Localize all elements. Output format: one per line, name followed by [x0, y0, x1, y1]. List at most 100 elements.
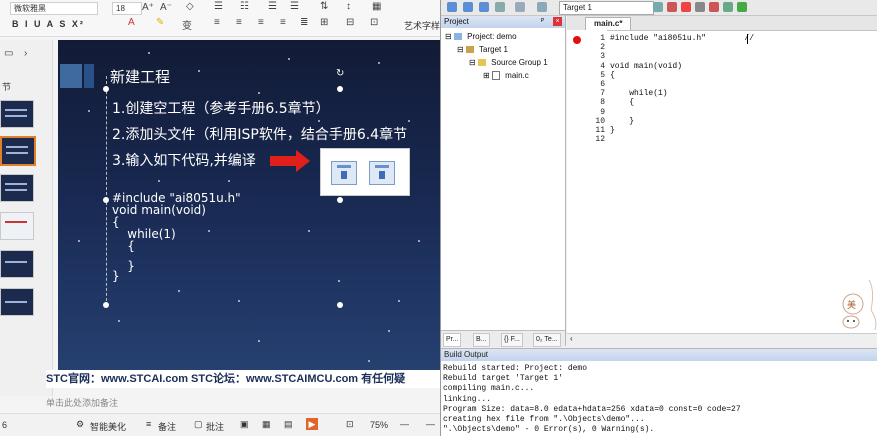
slide-thumbnail[interactable] — [0, 250, 34, 278]
tab-books[interactable]: B... — [473, 333, 490, 347]
smart-beautify-icon[interactable]: ⚙ — [76, 419, 84, 430]
step-text[interactable]: 3.输入如下代码,并编译 — [112, 150, 256, 170]
smart-beautify-button[interactable]: 智能美化 — [90, 420, 126, 433]
tab-templates[interactable]: 0₂ Te... — [533, 333, 561, 347]
zoom-out-icon[interactable]: — — [400, 419, 409, 429]
translate-icon[interactable] — [447, 2, 457, 12]
notes-placeholder[interactable]: 单击此处添加备注 — [46, 396, 118, 409]
options-icon[interactable] — [667, 2, 677, 12]
scroll-left-icon[interactable]: ‹ — [570, 334, 573, 343]
comment-icon[interactable]: ▢ — [194, 419, 203, 430]
notes-button[interactable]: 备注 — [158, 420, 176, 433]
dropdown-icon[interactable] — [653, 2, 663, 12]
zoom-level[interactable]: 75% — [370, 420, 388, 430]
clear-format-icon[interactable]: ◇ — [186, 1, 194, 12]
comment-button[interactable]: 批注 — [206, 420, 224, 433]
indent-icon[interactable]: ☰ — [268, 1, 277, 12]
tree-project[interactable]: ⊟ Project: demo — [445, 32, 517, 41]
font-name-select[interactable]: 微软雅黑 — [10, 2, 98, 15]
play-icon[interactable]: ▶ — [306, 418, 318, 430]
slide-thumbnail[interactable] — [0, 288, 34, 316]
grow-font-icon[interactable]: A⁺ — [142, 2, 154, 13]
code-line[interactable]: } — [610, 117, 634, 126]
code-line[interactable]: void main(void) — [112, 204, 206, 216]
highlight-icon[interactable]: ✎ — [156, 17, 164, 28]
code-line[interactable]: #include "ai8051u.h" // — [610, 34, 754, 43]
justify-icon[interactable]: ≡ — [280, 17, 286, 28]
tree-target[interactable]: ⊟ Target 1 — [457, 45, 508, 54]
layout-icon[interactable]: ▭ — [4, 48, 13, 59]
rotate-handle-icon[interactable]: ↻ — [336, 68, 344, 79]
code-line[interactable]: } — [112, 270, 120, 282]
vertical-align-icon[interactable]: ⊞ — [320, 17, 328, 28]
collapse-icon[interactable]: ⊟ — [469, 58, 476, 67]
line-spacing-icon[interactable]: ↕ — [346, 1, 351, 12]
resize-handle[interactable] — [103, 86, 109, 92]
manage-icon[interactable] — [681, 2, 691, 12]
align-right-icon[interactable]: ≡ — [258, 17, 264, 28]
font-size-select[interactable]: 18 — [112, 2, 142, 15]
code-line[interactable]: void main(void) — [610, 62, 682, 71]
sorter-view-icon[interactable]: ▦ — [262, 419, 271, 430]
code-line[interactable]: { — [610, 98, 634, 107]
resize-handle[interactable] — [337, 302, 343, 308]
columns-icon[interactable]: ▦ — [372, 1, 381, 12]
word-art-label[interactable]: 艺术字样 — [404, 19, 440, 32]
slide-canvas[interactable]: 新建工程 ↻ 1.创建空工程（参考手册6.5章节） 2.添加头文件（利用ISP软… — [58, 40, 440, 370]
reading-view-icon[interactable]: ▤ — [284, 419, 293, 430]
download-icon[interactable] — [495, 2, 505, 12]
resize-handle[interactable] — [103, 197, 109, 203]
outdent-icon[interactable]: ☰ — [290, 1, 299, 12]
collapse-icon[interactable]: ⊟ — [457, 45, 464, 54]
tree-file[interactable]: ⊞ main.c — [483, 71, 529, 81]
phonetic-icon[interactable]: 变 — [182, 17, 192, 32]
collapse-icon[interactable]: ⊟ — [445, 32, 452, 41]
step-text[interactable]: 1.创建空工程（参考手册6.5章节） — [112, 98, 330, 118]
stop-build-icon[interactable] — [515, 2, 525, 12]
fit-window-icon[interactable]: ⊡ — [346, 419, 354, 430]
pack-installer-icon[interactable] — [709, 2, 719, 12]
target-select[interactable]: Target 1 — [559, 1, 654, 15]
slide-thumbnail[interactable] — [0, 100, 34, 128]
slide-title[interactable]: 新建工程 — [110, 66, 170, 87]
notes-icon[interactable]: ≡ — [146, 419, 151, 429]
code-line[interactable]: { — [112, 240, 135, 252]
align-left-icon[interactable]: ≡ — [214, 17, 220, 28]
breakpoint-icon[interactable] — [573, 36, 581, 44]
rte-icon[interactable] — [723, 2, 733, 12]
resize-handle[interactable] — [337, 86, 343, 92]
rebuild-icon[interactable] — [479, 2, 489, 12]
table-align-icon[interactable]: ⊟ — [346, 17, 354, 28]
tree-source-group[interactable]: ⊟ Source Group 1 — [469, 58, 548, 67]
code-line[interactable]: { — [610, 71, 615, 80]
slide-thumbnail-selected[interactable] — [0, 136, 36, 166]
bullets-icon[interactable]: ☰ — [214, 1, 223, 12]
build-icon[interactable] — [463, 2, 473, 12]
shrink-font-icon[interactable]: A⁻ — [160, 2, 172, 13]
select-packs-icon[interactable] — [695, 2, 705, 12]
code-line[interactable]: while(1) — [610, 89, 667, 98]
numbering-icon[interactable]: ☷ — [240, 1, 249, 12]
pin-icon[interactable]: ᴾ — [541, 17, 544, 26]
code-editor[interactable]: main.c* #include "ai8051u.h" // void main… — [567, 16, 877, 347]
expand-icon[interactable]: ⊞ — [483, 71, 490, 80]
paragraph-settings-icon[interactable]: ⊡ — [370, 17, 378, 28]
normal-view-icon[interactable]: ▣ — [240, 419, 249, 430]
pack-icon[interactable] — [737, 2, 747, 12]
resize-handle[interactable] — [337, 197, 343, 203]
slide-thumbnail[interactable] — [0, 174, 34, 202]
format-buttons[interactable]: B I U A S X² — [12, 19, 85, 29]
batch-build-icon[interactable] — [537, 2, 547, 12]
distribute-icon[interactable]: ≣ — [300, 17, 308, 28]
resize-handle[interactable] — [103, 302, 109, 308]
horizontal-scrollbar[interactable]: ‹ — [567, 333, 877, 347]
slide-thumbnail[interactable] — [0, 212, 34, 240]
code-line[interactable]: } — [610, 126, 615, 135]
text-direction-icon[interactable]: ⇅ — [320, 1, 328, 12]
tab-functions[interactable]: {} F... — [501, 333, 523, 347]
tab-main-c[interactable]: main.c* — [585, 17, 632, 30]
close-icon[interactable]: × — [553, 17, 562, 26]
chevron-right-icon[interactable]: › — [24, 48, 27, 59]
align-center-icon[interactable]: ≡ — [236, 17, 242, 28]
step-text[interactable]: 2.添加头文件（利用ISP软件，结合手册6.4章节 — [112, 124, 407, 144]
